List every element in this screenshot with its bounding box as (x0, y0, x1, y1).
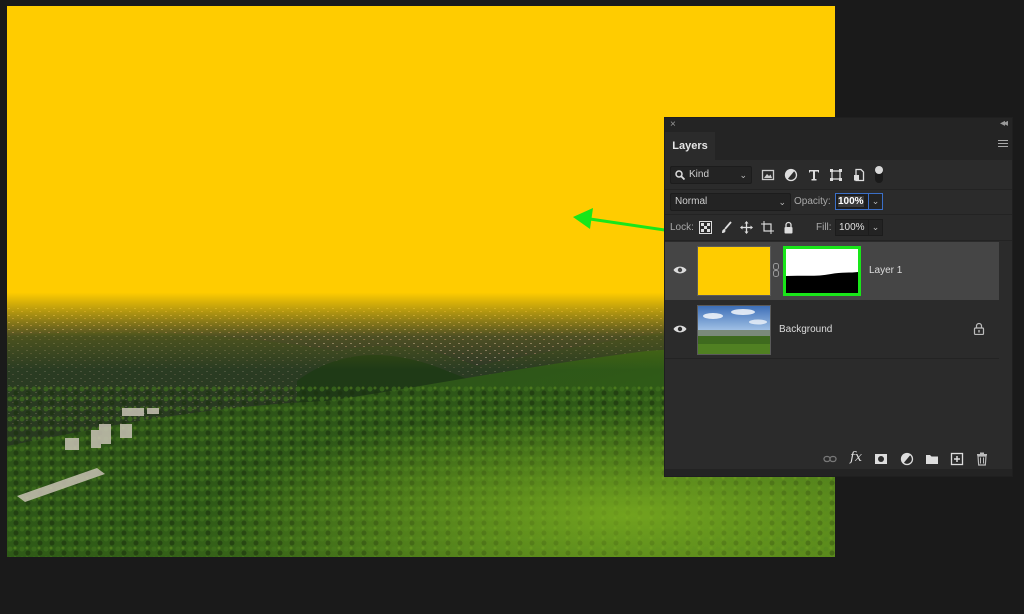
search-icon (675, 170, 685, 180)
fill-value: 100% (839, 222, 865, 233)
shape-filter-icon[interactable] (829, 168, 843, 182)
fill-label: Fill: (816, 222, 832, 233)
adjustment-filter-icon[interactable] (784, 168, 798, 182)
layer-row-layer-1[interactable]: Layer 1 (665, 242, 999, 300)
blend-mode-value: Normal (675, 196, 708, 207)
layer-name[interactable]: Layer 1 (869, 265, 902, 276)
fill-input[interactable]: 100% (835, 219, 869, 236)
add-mask-icon[interactable] (874, 452, 888, 466)
opacity-input[interactable]: 100% (835, 193, 869, 210)
filter-toggle[interactable] (875, 166, 883, 183)
opacity-label: Opacity: (794, 196, 831, 207)
layer-mask-thumbnail[interactable] (783, 246, 861, 296)
background-thumbnail-image (698, 306, 770, 354)
adjustment-layer-icon[interactable] (900, 452, 914, 466)
fill-dropdown-button[interactable]: ⌄ (869, 219, 883, 236)
eye-icon[interactable] (673, 324, 687, 334)
type-filter-icon[interactable] (807, 168, 821, 182)
hamburger-menu-icon[interactable] (998, 140, 1008, 149)
new-layer-icon[interactable] (950, 452, 964, 466)
layer-name[interactable]: Background (779, 324, 832, 335)
lock-row: Lock: Fill: 100% ⌄ (665, 215, 1012, 241)
panel-footer: fx (665, 448, 1012, 470)
kind-filter-select[interactable]: Kind ⌄ (670, 166, 752, 184)
lock-transparent-pixels-icon[interactable] (699, 221, 712, 234)
panel-tabbar: Layers (665, 132, 1012, 160)
lock-icon[interactable] (973, 322, 985, 335)
layer-row-background[interactable]: Background (665, 301, 999, 359)
layer-thumbnail-background[interactable] (697, 305, 771, 355)
link-chain-icon[interactable] (773, 263, 779, 277)
panel-resize-bar[interactable] (665, 469, 1012, 476)
panel-titlebar[interactable]: × ◂◂ (665, 118, 1012, 132)
opacity-value: 100% (838, 196, 864, 207)
smart-object-filter-icon[interactable] (852, 168, 866, 182)
opacity-dropdown-button[interactable]: ⌄ (869, 193, 883, 210)
lock-position-icon[interactable] (740, 221, 753, 234)
chevron-down-icon: ⌄ (778, 197, 786, 207)
fx-icon[interactable]: fx (850, 450, 864, 465)
eye-icon[interactable] (673, 265, 687, 275)
blend-row: Normal ⌄ Opacity: 100% ⌄ (665, 190, 1012, 215)
kind-label: Kind (689, 169, 710, 180)
layer-thumbnail-fill[interactable] (697, 246, 771, 296)
collapse-icon[interactable]: ◂◂ (1000, 118, 1008, 129)
image-filter-icon[interactable] (761, 168, 775, 182)
trash-icon[interactable] (975, 452, 989, 466)
chevron-down-icon: ⌄ (739, 170, 747, 180)
mask-preview (786, 249, 858, 293)
lock-image-pixels-icon[interactable] (720, 221, 733, 234)
link-layers-icon[interactable] (823, 452, 837, 466)
filter-row: Kind ⌄ (665, 161, 1012, 190)
blend-mode-select[interactable]: Normal ⌄ (670, 193, 791, 211)
new-group-icon[interactable] (925, 452, 939, 466)
lock-all-icon[interactable] (782, 221, 795, 234)
lock-label: Lock: (670, 222, 694, 233)
lock-artboard-icon[interactable] (761, 221, 774, 234)
close-icon[interactable]: × (670, 119, 676, 130)
layers-panel: × ◂◂ Layers Kind ⌄ Normal ⌄ Opacity: 100… (664, 117, 1013, 477)
tab-layers[interactable]: Layers (665, 132, 715, 160)
